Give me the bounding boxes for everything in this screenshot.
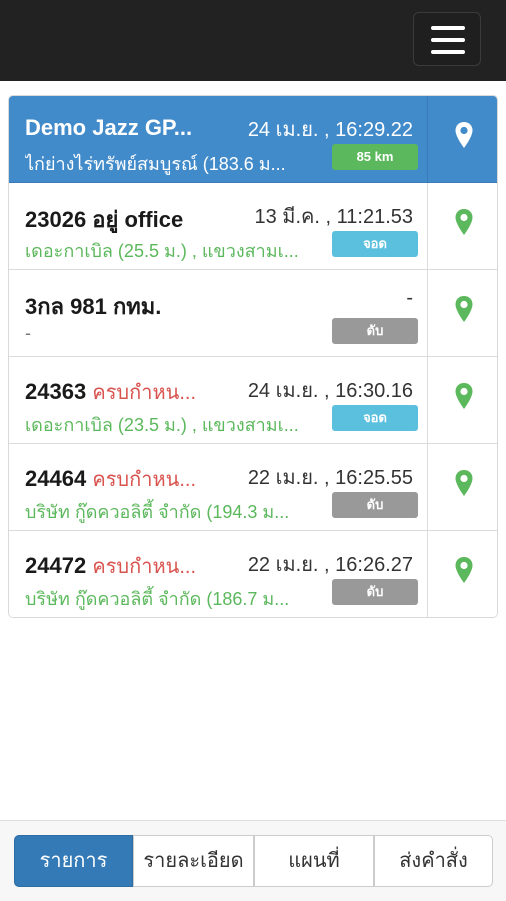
vehicle-timestamp: 24 เม.ย. , 16:30.16 [247, 380, 413, 402]
vehicle-status-badge: 85 km [332, 144, 418, 170]
vehicle-plate: 24363 [25, 379, 87, 404]
vehicle-name: 24464 ครบกำหน... [25, 463, 231, 495]
vehicle-address: เดอะกาเบิล (25.5 ม.) , แขวงสามเ... [25, 241, 299, 261]
vehicle-plate: 24464 [25, 466, 87, 491]
menu-bar-line [431, 26, 465, 30]
map-pin-button[interactable] [427, 183, 497, 269]
vehicle-timestamp: 13 มี.ค. , 11:21.53 [254, 206, 413, 228]
map-pin-icon [455, 383, 473, 409]
vehicle-status-text: ครบกำหน... [92, 556, 196, 578]
bottom-tab-bar: รายการ รายละเอียด แผนที่ ส่งคำสั่ง [0, 820, 506, 901]
vehicle-status-text: ครบกำหน... [92, 382, 196, 404]
menu-bar-line [431, 38, 465, 42]
menu-bar-line [431, 50, 465, 54]
vehicle-status-badge: ดับ [332, 579, 418, 605]
map-pin-icon [455, 470, 473, 496]
vehicle-row[interactable]: Demo Jazz GP... 24 เม.ย. , 16:29.22 ไก่ย่า… [9, 96, 497, 183]
vehicle-status-badge: ดับ [332, 492, 418, 518]
vehicle-address: บริษัท กู๊ดควอลิตี้ จำกัด (186.7 ม... [25, 589, 290, 609]
vehicle-name: 24363 ครบกำหน... [25, 376, 231, 408]
vehicle-status-badge: ดับ [332, 318, 418, 344]
vehicle-row[interactable]: 23026 อยู่ office 13 มี.ค. , 11:21.53 เดอะ… [9, 183, 497, 270]
tab-send-command[interactable]: ส่งคำสั่ง [374, 835, 493, 887]
vehicle-row[interactable]: 24363 ครบกำหน... 24 เม.ย. , 16:30.16 เดอะก… [9, 357, 497, 444]
vehicle-timestamp: 22 เม.ย. , 16:26.27 [247, 554, 413, 576]
tab-list[interactable]: รายการ [14, 835, 133, 887]
vehicle-plate: Demo Jazz GP... [25, 115, 193, 140]
vehicle-status-text: ครบกำหน... [92, 469, 196, 491]
vehicle-plate: 23026 อยู่ office [25, 207, 184, 232]
vehicle-timestamp: - [406, 287, 413, 309]
vehicle-timestamp: 24 เม.ย. , 16:29.22 [247, 119, 413, 141]
vehicle-info[interactable]: 3กล 981 กทม. - - ดับ [9, 270, 427, 356]
map-pin-icon [455, 209, 473, 235]
vehicle-info[interactable]: 24363 ครบกำหน... 24 เม.ย. , 16:30.16 เดอะก… [9, 357, 427, 443]
vehicle-status-badge: จอด [332, 231, 418, 257]
vehicle-row[interactable]: 24472 ครบกำหน... 22 เม.ย. , 16:26.27 บริษั… [9, 531, 497, 617]
vehicle-address: บริษัท กู๊ดควอลิตี้ จำกัด (194.3 ม... [25, 502, 290, 522]
vehicle-timestamp: 22 เม.ย. , 16:25.55 [247, 467, 413, 489]
vehicle-row[interactable]: 3กล 981 กทม. - - ดับ [9, 270, 497, 357]
map-pin-icon [455, 557, 473, 583]
tab-details[interactable]: รายละเอียด [133, 835, 254, 887]
vehicle-info[interactable]: Demo Jazz GP... 24 เม.ย. , 16:29.22 ไก่ย่า… [9, 96, 427, 182]
map-pin-button[interactable] [427, 444, 497, 530]
tab-map[interactable]: แผนที่ [254, 835, 374, 887]
vehicle-address: ไก่ย่างไร่ทรัพย์สมบูรณ์ (183.6 ม... [25, 154, 286, 174]
vehicle-plate: 24472 [25, 553, 87, 578]
vehicle-name: 3กล 981 กทม. [25, 289, 231, 324]
vehicle-name: 24472 ครบกำหน... [25, 550, 231, 582]
vehicle-plate: 3กล 981 กทม. [25, 294, 162, 319]
vehicle-list: Demo Jazz GP... 24 เม.ย. , 16:29.22 ไก่ย่า… [8, 95, 498, 618]
vehicle-info[interactable]: 24472 ครบกำหน... 22 เม.ย. , 16:26.27 บริษั… [9, 531, 427, 617]
hamburger-menu-button[interactable] [413, 12, 481, 66]
map-pin-button[interactable] [427, 270, 497, 356]
vehicle-status-badge: จอด [332, 405, 418, 431]
map-pin-button[interactable] [427, 357, 497, 443]
vehicle-name: 23026 อยู่ office [25, 202, 231, 237]
vehicle-row[interactable]: 24464 ครบกำหน... 22 เม.ย. , 16:25.55 บริษั… [9, 444, 497, 531]
vehicle-name: Demo Jazz GP... [25, 115, 231, 141]
map-pin-icon [455, 296, 473, 322]
map-pin-button[interactable] [427, 96, 497, 182]
top-navbar [0, 0, 506, 81]
vehicle-address: - [25, 323, 31, 343]
vehicle-info[interactable]: 23026 อยู่ office 13 มี.ค. , 11:21.53 เดอะ… [9, 183, 427, 269]
vehicle-info[interactable]: 24464 ครบกำหน... 22 เม.ย. , 16:25.55 บริษั… [9, 444, 427, 530]
map-pin-icon [455, 122, 473, 148]
map-pin-button[interactable] [427, 531, 497, 617]
vehicle-address: เดอะกาเบิล (23.5 ม.) , แขวงสามเ... [25, 415, 299, 435]
